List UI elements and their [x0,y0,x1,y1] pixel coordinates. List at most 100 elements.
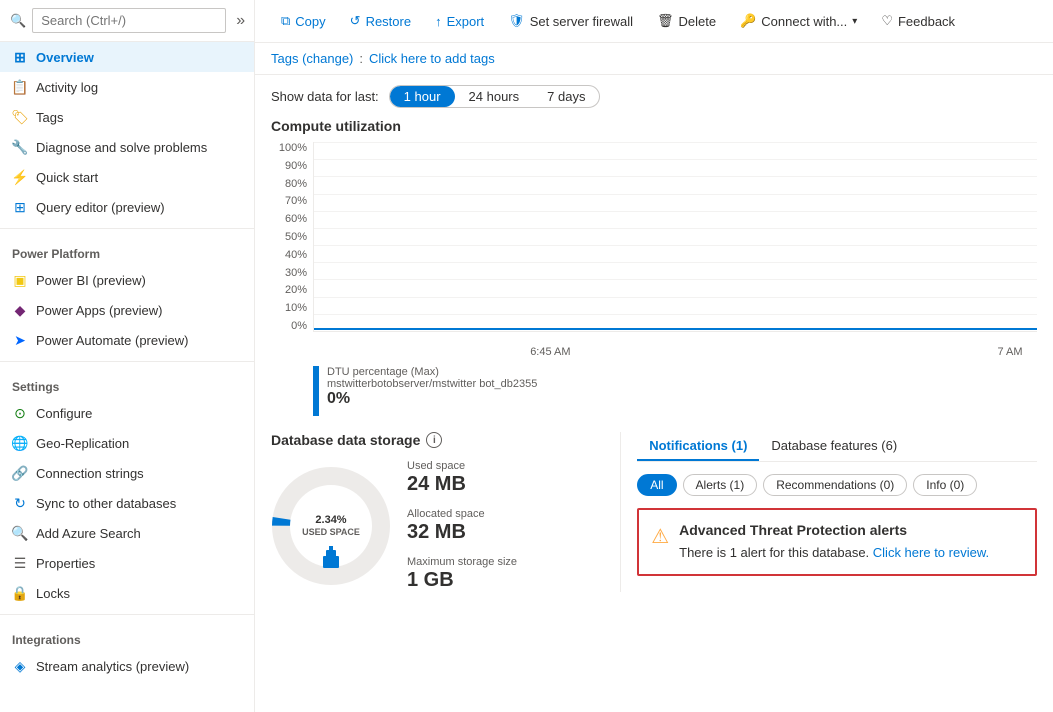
sidebar-item-diagnose[interactable]: 🔧 Diagnose and solve problems [0,132,254,162]
alert-description: There is 1 alert for this database. Clic… [679,544,1023,562]
sidebar-item-properties[interactable]: ☰ Properties [0,548,254,578]
notifications-panel: Notifications (1) Database features (6) … [620,432,1037,592]
geo-replication-icon: 🌐 [12,435,28,451]
filter-all[interactable]: All [637,474,676,496]
y-label-30: 30% [271,267,311,279]
grid-line-10 [314,297,1037,298]
sidebar: 🔍 » ⊞ Overview 📋 Activity log 🏷 Tags 🔧 D… [0,0,255,712]
stream-analytics-icon: ◈ [12,658,28,674]
storage-section: Database data storage i [271,432,620,592]
grid-line-0 [314,314,1037,315]
max-storage-label: Maximum storage size [407,556,517,568]
activity-log-icon: 📋 [12,79,28,95]
max-storage-value: 1 GB [407,568,517,592]
search-box: 🔍 » [0,0,254,42]
storage-stats: Used space 24 MB Allocated space 32 MB M… [407,460,517,592]
firewall-icon: 🛡 [508,13,525,29]
sidebar-item-label: Activity log [36,80,98,95]
filter-alerts[interactable]: Alerts (1) [683,474,758,496]
set-server-firewall-button[interactable]: 🛡 Set server firewall [498,8,643,34]
settings-header: Settings [0,368,254,398]
sync-icon: ↻ [12,495,28,511]
donut-percent: 2.34% [302,513,360,527]
sidebar-item-stream-analytics[interactable]: ◈ Stream analytics (preview) [0,651,254,681]
sidebar-item-sync-databases[interactable]: ↻ Sync to other databases [0,488,254,518]
sidebar-item-add-azure-search[interactable]: 🔍 Add Azure Search [0,518,254,548]
donut-chart: 2.34% USED SPACE [271,466,391,586]
sidebar-item-power-bi[interactable]: ▣ Power BI (preview) [0,265,254,295]
search-input[interactable] [32,8,226,33]
allocated-space-value: 32 MB [407,520,517,544]
overview-icon: ⊞ [12,49,28,65]
filter-info[interactable]: Info (0) [913,474,977,496]
delete-button[interactable]: 🗑 Delete [647,8,726,34]
connection-strings-icon: 🔗 [12,465,28,481]
feedback-button[interactable]: ♡ Feedback [871,8,965,34]
tags-change-link[interactable]: Tags (change) [271,51,353,66]
time-btn-24hours[interactable]: 24 hours [455,86,534,107]
storage-info-icon[interactable]: i [426,432,442,448]
sidebar-item-quick-start[interactable]: ⚡ Quick start [0,162,254,192]
sidebar-item-label: Query editor (preview) [36,200,165,215]
sidebar-item-overview[interactable]: ⊞ Overview [0,42,254,72]
filter-recommendations[interactable]: Recommendations (0) [763,474,907,496]
donut-center-text: 2.34% USED SPACE [302,513,360,539]
chart-plot-area [313,142,1037,332]
sidebar-item-label: Add Azure Search [36,526,141,541]
time-btn-1hour[interactable]: 1 hour [390,86,455,107]
sidebar-item-power-apps[interactable]: ◆ Power Apps (preview) [0,295,254,325]
grid-line-100 [314,142,1037,143]
sidebar-item-activity-log[interactable]: 📋 Activity log [0,72,254,102]
sidebar-item-label: Power Automate (preview) [36,333,188,348]
sidebar-item-locks[interactable]: 🔒 Locks [0,578,254,608]
restore-button[interactable]: ↺ Restore [340,8,421,34]
query-editor-icon: ⊞ [12,199,28,215]
grid-line-20 [314,279,1037,280]
alert-content: Advanced Threat Protection alerts There … [679,522,1023,562]
sidebar-item-label: Sync to other databases [36,496,176,511]
alert-title: Advanced Threat Protection alerts [679,522,1023,538]
tags-add-link[interactable]: Click here to add tags [369,51,495,66]
y-label-10: 10% [271,302,311,314]
dtu-details: DTU percentage (Max) mstwitterbotobserve… [327,366,537,408]
sidebar-item-configure[interactable]: ⊙ Configure [0,398,254,428]
feedback-icon: ♡ [881,13,893,29]
dtu-server: mstwitterbotobserver/mstwitter bot_db235… [327,378,537,390]
sidebar-item-power-automate[interactable]: ➤ Power Automate (preview) [0,325,254,355]
time-selector-label: Show data for last: [271,89,379,104]
delete-icon: 🗑 [657,13,674,29]
main-content: ⧉ Copy ↺ Restore ↑ Export 🛡 Set server f… [255,0,1053,712]
y-label-80: 80% [271,178,311,190]
time-buttons-group: 1 hour 24 hours 7 days [389,85,601,108]
connect-with-button[interactable]: 🔑 Connect with... ▾ [730,8,867,34]
time-btn-7days[interactable]: 7 days [533,86,599,107]
chart-y-axis: 100% 90% 80% 70% 60% 50% 40% 30% 20% 10%… [271,142,311,332]
tags-bar: Tags (change) : Click here to add tags [255,43,1053,75]
tab-database-features[interactable]: Database features (6) [759,432,909,461]
configure-icon: ⊙ [12,405,28,421]
y-label-90: 90% [271,160,311,172]
integrations-header: Integrations [0,621,254,651]
quick-start-icon: ⚡ [12,169,28,185]
sidebar-item-geo-replication[interactable]: 🌐 Geo-Replication [0,428,254,458]
sidebar-item-connection-strings[interactable]: 🔗 Connection strings [0,458,254,488]
collapse-button[interactable]: » [232,10,249,32]
alert-card: ⚠ Advanced Threat Protection alerts Ther… [637,508,1037,576]
notifications-tabs: Notifications (1) Database features (6) [637,432,1037,462]
dtu-bar-indicator [313,366,319,416]
tab-notifications[interactable]: Notifications (1) [637,432,759,461]
x-label-645am: 6:45 AM [530,346,570,358]
sidebar-item-query-editor[interactable]: ⊞ Query editor (preview) [0,192,254,222]
export-button[interactable]: ↑ Export [425,9,494,34]
copy-icon: ⧉ [281,13,290,29]
grid-line-90 [314,159,1037,160]
sidebar-item-label: Stream analytics (preview) [36,659,189,674]
y-label-70: 70% [271,195,311,207]
power-platform-header: Power Platform [0,235,254,265]
used-space-value: 24 MB [407,472,517,496]
dtu-value: 0% [327,390,537,408]
sidebar-item-tags[interactable]: 🏷 Tags [0,102,254,132]
sidebar-item-label: Properties [36,556,95,571]
copy-button[interactable]: ⧉ Copy [271,8,336,34]
alert-review-link[interactable]: Click here to review. [873,545,989,560]
